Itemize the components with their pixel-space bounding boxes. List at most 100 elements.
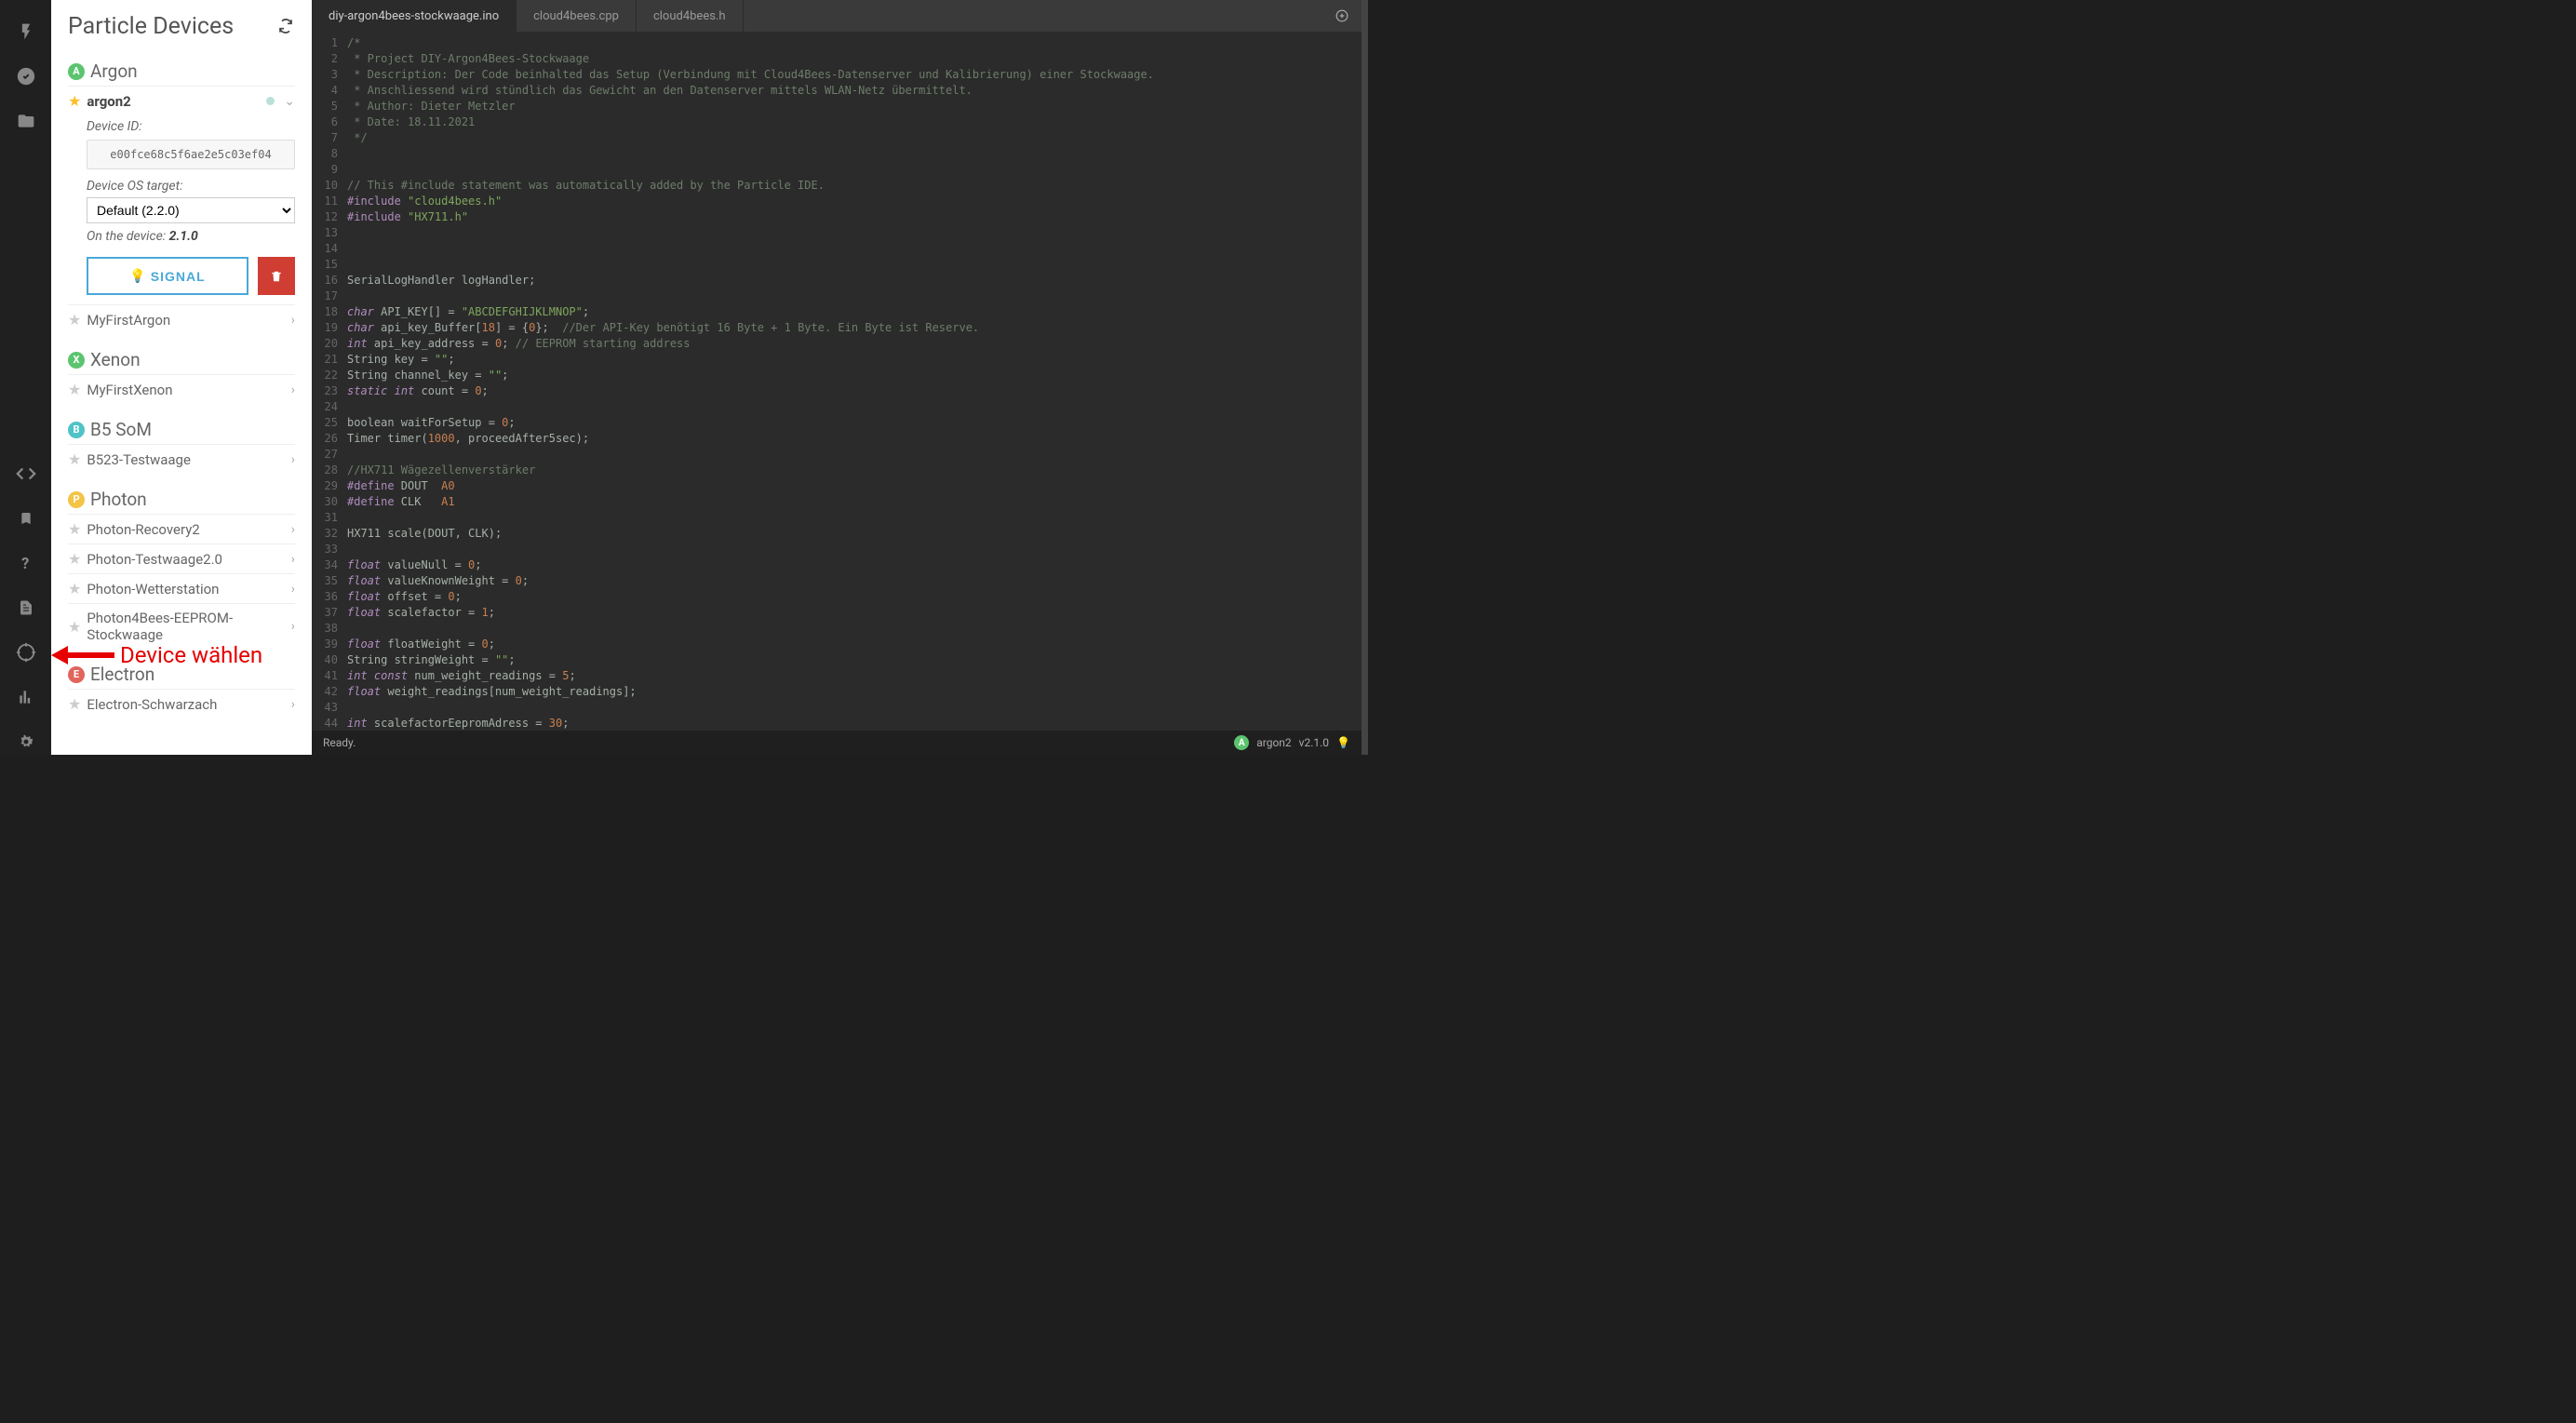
chevron-right-icon[interactable]: ›	[291, 619, 295, 634]
device-name: Electron-Schwarzach	[87, 696, 285, 713]
platform-name: Xenon	[90, 349, 141, 370]
code-line: 22String channel_key = "";	[312, 368, 1362, 383]
bookmark-icon[interactable]	[13, 505, 39, 531]
star-icon[interactable]: ★	[68, 381, 81, 398]
code-line: 13	[312, 225, 1362, 241]
star-icon[interactable]: ★	[68, 92, 81, 110]
platform-badge: P	[68, 491, 85, 508]
devices-sidebar: Particle Devices AArgon★ argon2 ⌄ Device…	[51, 0, 312, 755]
device-name: Photon-Testwaage2.0	[87, 551, 285, 568]
docs-icon[interactable]	[13, 595, 39, 621]
console-icon[interactable]	[13, 684, 39, 710]
status-device-name: argon2	[1256, 736, 1291, 749]
svg-text:?: ?	[21, 556, 29, 572]
bulb-icon: 💡	[129, 268, 146, 284]
code-line: 43	[312, 700, 1362, 716]
device-row[interactable]: ★ MyFirstXenon ›	[68, 374, 295, 404]
os-target-label: Device OS target:	[87, 179, 295, 194]
device-row[interactable]: ★ B523-Testwaage ›	[68, 444, 295, 474]
code-line: 9	[312, 162, 1362, 178]
chevron-right-icon[interactable]: ›	[291, 582, 295, 597]
chevron-right-icon[interactable]: ›	[291, 313, 295, 328]
settings-icon[interactable]	[13, 729, 39, 755]
code-line: 5 * Author: Dieter Metzler	[312, 99, 1362, 114]
tab-diy-argon4bees-stockwaage.ino[interactable]: diy-argon4bees-stockwaage.ino	[312, 0, 517, 32]
device-id-label: Device ID:	[87, 119, 295, 134]
star-icon[interactable]: ★	[68, 520, 81, 538]
device-row[interactable]: ★ Photon-Recovery2 ›	[68, 514, 295, 544]
chevron-right-icon[interactable]: ›	[291, 552, 295, 567]
device-id-value[interactable]: e00fce68c5f6ae2e5c03ef04	[87, 140, 295, 169]
code-line: 17	[312, 289, 1362, 304]
code-line: 20int api_key_address = 0; // EEPROM sta…	[312, 336, 1362, 352]
platform-xenon: XXenon	[68, 342, 295, 374]
device-name: argon2	[87, 93, 261, 110]
signal-button[interactable]: 💡 SIGNAL	[87, 257, 248, 295]
code-editor[interactable]: 1/*2 * Project DIY-Argon4Bees-Stockwaage…	[312, 32, 1362, 731]
code-line: 32HX711 scale(DOUT, CLK);	[312, 526, 1362, 542]
tab-cloud4bees.cpp[interactable]: cloud4bees.cpp	[517, 0, 637, 32]
flash-icon[interactable]	[13, 19, 39, 45]
editor-tabs: diy-argon4bees-stockwaage.inocloud4bees.…	[312, 0, 1362, 32]
refresh-icon[interactable]	[278, 19, 295, 35]
code-line: 12#include "HX711.h"	[312, 209, 1362, 225]
tab-cloud4bees.h[interactable]: cloud4bees.h	[637, 0, 744, 32]
online-dot	[266, 97, 275, 105]
device-row[interactable]: ★ Photon-Wetterstation ›	[68, 573, 295, 603]
add-tab-icon[interactable]	[1322, 0, 1362, 32]
folder-icon[interactable]	[13, 108, 39, 134]
code-line: 23static int count = 0;	[312, 383, 1362, 399]
code-line: 25boolean waitForSetup = 0;	[312, 415, 1362, 431]
icon-rail: ?	[0, 0, 51, 755]
platform-name: Argon	[90, 60, 138, 82]
device-row[interactable]: ★ Photon-Testwaage2.0 ›	[68, 544, 295, 573]
chevron-down-icon[interactable]: ⌄	[284, 94, 295, 109]
code-line: 18char API_KEY[] = "ABCDEFGHIJKLMNOP";	[312, 304, 1362, 320]
device-name: MyFirstArgon	[87, 312, 285, 329]
status-version: v2.1.0	[1299, 736, 1329, 749]
delete-button[interactable]	[258, 257, 295, 295]
device-row[interactable]: ★ argon2 ⌄	[68, 86, 295, 115]
verify-icon[interactable]	[13, 63, 39, 89]
star-icon[interactable]: ★	[68, 695, 81, 713]
platform-electron: EElectron	[68, 656, 295, 689]
chevron-right-icon[interactable]: ›	[291, 697, 295, 712]
bulb-icon[interactable]: 💡	[1336, 736, 1350, 749]
star-icon[interactable]: ★	[68, 580, 81, 597]
code-line: 37float scalefactor = 1;	[312, 605, 1362, 621]
code-line: 44int scalefactorEepromAdress = 30;	[312, 716, 1362, 731]
target-icon[interactable]	[13, 639, 39, 665]
chevron-right-icon[interactable]: ›	[291, 383, 295, 397]
device-row[interactable]: ★ Photon4Bees-EEPROM-Stockwaage ›	[68, 603, 295, 649]
chevron-right-icon[interactable]: ›	[291, 452, 295, 467]
device-name: B523-Testwaage	[87, 451, 285, 468]
code-line: 27	[312, 447, 1362, 463]
code-line: 21String key = "";	[312, 352, 1362, 368]
code-line: 33	[312, 542, 1362, 557]
status-device-badge: A	[1234, 735, 1249, 750]
device-name: MyFirstXenon	[87, 382, 285, 398]
platform-argon: AArgon	[68, 53, 295, 86]
platform-badge: E	[68, 666, 85, 683]
star-icon[interactable]: ★	[68, 450, 81, 468]
device-row[interactable]: ★ MyFirstArgon ›	[68, 304, 295, 334]
chevron-right-icon[interactable]: ›	[291, 522, 295, 537]
code-line: 7 */	[312, 130, 1362, 146]
code-line: 11#include "cloud4bees.h"	[312, 194, 1362, 209]
code-line: 3 * Description: Der Code beinhalted das…	[312, 67, 1362, 83]
editor-area: diy-argon4bees-stockwaage.inocloud4bees.…	[312, 0, 1362, 755]
device-name: Photon-Wetterstation	[87, 581, 285, 597]
code-line: 8	[312, 146, 1362, 162]
code-line: 38	[312, 621, 1362, 637]
code-line: 39float floatWeight = 0;	[312, 637, 1362, 652]
star-icon[interactable]: ★	[68, 550, 81, 568]
help-icon[interactable]: ?	[13, 550, 39, 576]
star-icon[interactable]: ★	[68, 618, 81, 636]
star-icon[interactable]: ★	[68, 311, 81, 329]
code-icon[interactable]	[13, 461, 39, 487]
code-line: 28//HX711 Wägezellenverstärker	[312, 463, 1362, 478]
device-row[interactable]: ★ Electron-Schwarzach ›	[68, 689, 295, 718]
device-name: Photon-Recovery2	[87, 521, 285, 538]
os-target-select[interactable]: Default (2.2.0)	[87, 197, 295, 223]
scrollbar[interactable]	[1362, 0, 1368, 755]
